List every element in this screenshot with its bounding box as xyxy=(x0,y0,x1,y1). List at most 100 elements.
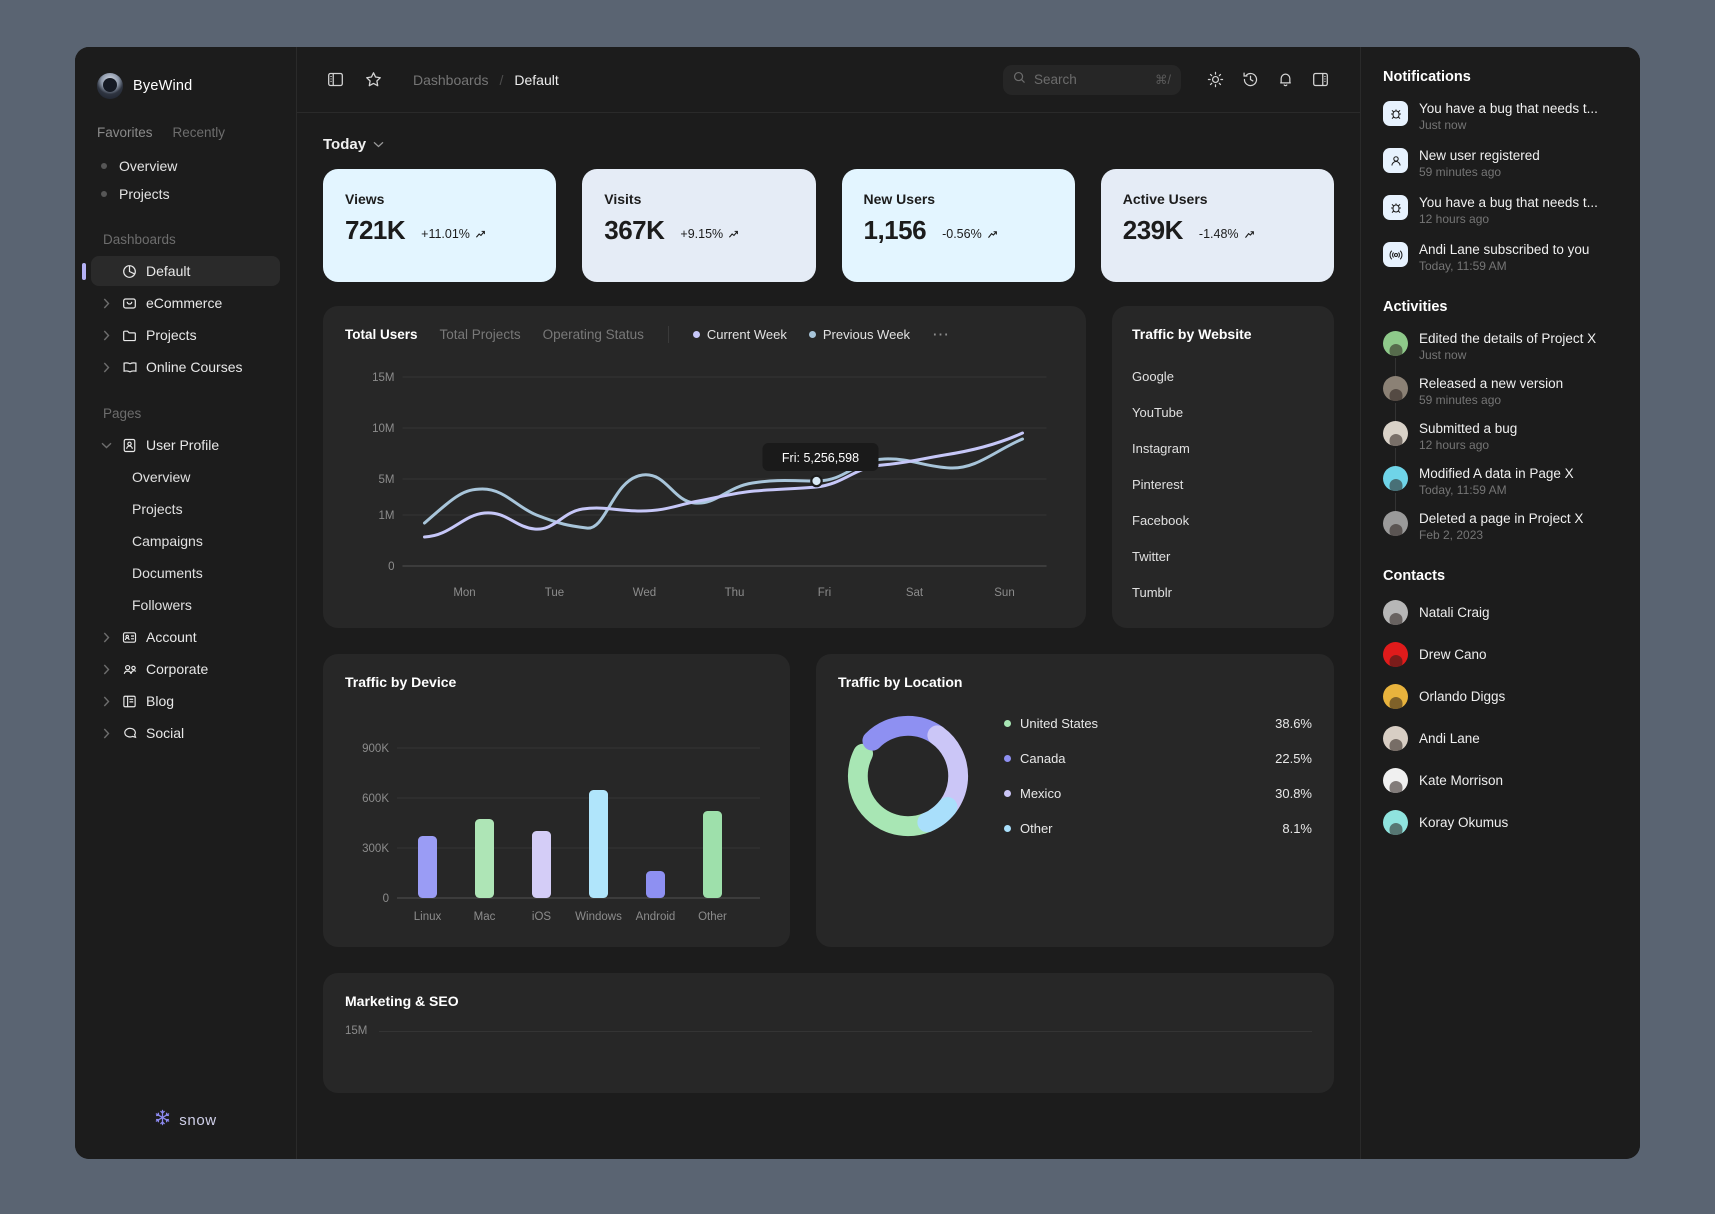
activity-time: 12 hours ago xyxy=(1419,438,1490,452)
sidebar-tabs: Favorites Recently xyxy=(91,125,280,140)
activity-item[interactable]: Edited the details of Project X Just now xyxy=(1383,331,1620,380)
traffic-row[interactable]: Google xyxy=(1132,358,1314,394)
activity-body: Edited the details of Project X Just now xyxy=(1419,331,1620,362)
sidebar-item-account[interactable]: Account xyxy=(91,622,280,652)
activity-item[interactable]: Released a new version 59 minutes ago xyxy=(1383,376,1620,425)
notification-body: Andi Lane subscribed to you Today, 11:59… xyxy=(1419,242,1620,273)
chevron-right-icon[interactable] xyxy=(99,362,113,373)
star-icon[interactable] xyxy=(359,66,387,94)
kpi-card-views[interactable]: Views 721K +11.01% xyxy=(323,169,557,282)
period-selector[interactable]: Today xyxy=(323,135,1334,153)
kpi-row: 367K +9.15% xyxy=(604,217,793,243)
kpi-card-visits[interactable]: Visits 367K +9.15% xyxy=(582,169,816,282)
sidebar-subitem-documents[interactable]: Documents xyxy=(91,558,280,590)
sidebar-item-social[interactable]: Social xyxy=(91,718,280,748)
tab-total-projects[interactable]: Total Projects xyxy=(440,327,521,342)
contact-item[interactable]: Natali Craig xyxy=(1383,600,1620,625)
activity-item[interactable]: Submitted a bug 12 hours ago xyxy=(1383,421,1620,470)
contact-item[interactable]: Kate Morrison xyxy=(1383,768,1620,793)
xtick-ios: iOS xyxy=(532,911,552,923)
sidebar-item-ecommerce[interactable]: eCommerce xyxy=(91,288,280,318)
contact-item[interactable]: Andi Lane xyxy=(1383,726,1620,751)
bug-icon xyxy=(1383,195,1408,220)
chevron-right-icon[interactable] xyxy=(99,728,113,739)
search-box[interactable]: Search ⌘/ xyxy=(1003,64,1181,95)
section-pages: Pages xyxy=(103,406,142,421)
traffic-bar-track xyxy=(1216,517,1314,524)
xtick-mac: Mac xyxy=(474,911,496,923)
sidebar-item-projects[interactable]: Projects xyxy=(91,180,280,208)
activities-section: Activities Edited the details of Project… xyxy=(1383,299,1620,542)
activity-item[interactable]: Deleted a page in Project X Feb 2, 2023 xyxy=(1383,511,1620,542)
traffic-row[interactable]: Instagram xyxy=(1132,430,1314,466)
chart-tooltip: Fri: 5,256,598 xyxy=(762,443,879,471)
kpi-card-new-users[interactable]: New Users 1,156 -0.56% xyxy=(841,169,1075,282)
kpi-card-active-users[interactable]: Active Users 239K -1.48% xyxy=(1100,169,1334,282)
chevron-right-icon[interactable] xyxy=(99,664,113,675)
traffic-row[interactable]: YouTube xyxy=(1132,394,1314,430)
chevron-right-icon[interactable] xyxy=(99,298,113,309)
notification-item[interactable]: You have a bug that needs t... Just now xyxy=(1383,101,1620,132)
trend-down-icon xyxy=(987,230,997,238)
sidebar-item-user-profile[interactable]: User Profile xyxy=(91,430,280,460)
contact-item[interactable]: Drew Cano xyxy=(1383,642,1620,667)
legend-swatch xyxy=(1004,755,1011,762)
notifications-title: Notifications xyxy=(1383,69,1471,85)
chevron-right-icon[interactable] xyxy=(99,330,113,341)
legend-swatch xyxy=(1004,825,1011,832)
xtick-mon: Mon xyxy=(453,587,475,599)
traffic-by-device-card: Traffic by Device 900K 600K 300K 0 Linux… xyxy=(323,654,790,947)
sidebar-footer: snow xyxy=(75,1109,296,1131)
sun-icon[interactable] xyxy=(1201,66,1229,94)
kpi-value: 367K xyxy=(604,215,665,245)
ytick-10m: 10M xyxy=(372,423,394,435)
gridline xyxy=(379,1030,1312,1032)
tab-recently[interactable]: Recently xyxy=(173,125,226,140)
sidebar-item-online-courses[interactable]: Online Courses xyxy=(91,352,280,382)
sidebar-item-blog[interactable]: Blog xyxy=(91,686,280,716)
history-icon[interactable] xyxy=(1236,66,1264,94)
sidebar-item-dash-projects[interactable]: Projects xyxy=(91,320,280,350)
activity-text: Edited the details of Project X xyxy=(1419,331,1597,346)
avatar xyxy=(1383,768,1408,793)
notification-item[interactable]: New user registered 59 minutes ago xyxy=(1383,148,1620,179)
pie-chart-icon xyxy=(120,264,139,279)
sidebar-subitem-campaigns[interactable]: Campaigns xyxy=(91,526,280,558)
sidebar-subitem-projects[interactable]: Projects xyxy=(91,494,280,526)
dashboard-content: Today Views 721K +11.01% Visits 367K +9.… xyxy=(297,113,1360,1159)
notification-item[interactable]: Andi Lane subscribed to you Today, 11:59… xyxy=(1383,242,1620,273)
tab-total-users[interactable]: Total Users xyxy=(345,327,418,342)
traffic-row[interactable]: Facebook xyxy=(1132,502,1314,538)
chevron-down-icon[interactable] xyxy=(373,135,384,153)
panel-left-icon[interactable] xyxy=(321,66,349,94)
sidebar-item-default[interactable]: Default xyxy=(82,256,280,286)
avatar xyxy=(1383,331,1408,356)
activity-item[interactable]: Modified A data in Page X Today, 11:59 A… xyxy=(1383,466,1620,515)
panel-right-icon[interactable] xyxy=(1306,66,1334,94)
chevron-right-icon[interactable] xyxy=(99,696,113,707)
sidebar-item-corporate[interactable]: Corporate xyxy=(91,654,280,684)
kpi-delta-text: +9.15% xyxy=(680,227,724,241)
ytick-300k: 300K xyxy=(362,843,389,855)
traffic-row[interactable]: Tumblr xyxy=(1132,574,1314,610)
location-value: 8.1% xyxy=(1282,821,1312,836)
tab-favorites[interactable]: Favorites xyxy=(97,125,153,140)
chevron-right-icon[interactable] xyxy=(99,632,113,643)
contact-item[interactable]: Orlando Diggs xyxy=(1383,684,1620,709)
tab-operating-status[interactable]: Operating Status xyxy=(543,327,644,342)
sidebar-subitem-followers[interactable]: Followers xyxy=(91,590,280,622)
activity-text: Released a new version xyxy=(1419,376,1564,391)
brand[interactable]: ByeWind xyxy=(91,69,280,99)
traffic-row[interactable]: Twitter xyxy=(1132,538,1314,574)
traffic-by-website-card: Traffic by Website Google YouTube Instag… xyxy=(1112,306,1334,628)
more-horizontal-icon[interactable]: ⋯ xyxy=(932,326,951,343)
chevron-down-icon[interactable] xyxy=(99,442,113,449)
breadcrumb-root[interactable]: Dashboards xyxy=(413,72,489,88)
location-value: 38.6% xyxy=(1275,716,1312,731)
bell-icon[interactable] xyxy=(1271,66,1299,94)
sidebar-item-overview[interactable]: Overview xyxy=(91,152,280,180)
sidebar-subitem-overview[interactable]: Overview xyxy=(91,462,280,494)
traffic-row[interactable]: Pinterest xyxy=(1132,466,1314,502)
notification-item[interactable]: You have a bug that needs t... 12 hours … xyxy=(1383,195,1620,226)
contact-item[interactable]: Koray Okumus xyxy=(1383,810,1620,835)
